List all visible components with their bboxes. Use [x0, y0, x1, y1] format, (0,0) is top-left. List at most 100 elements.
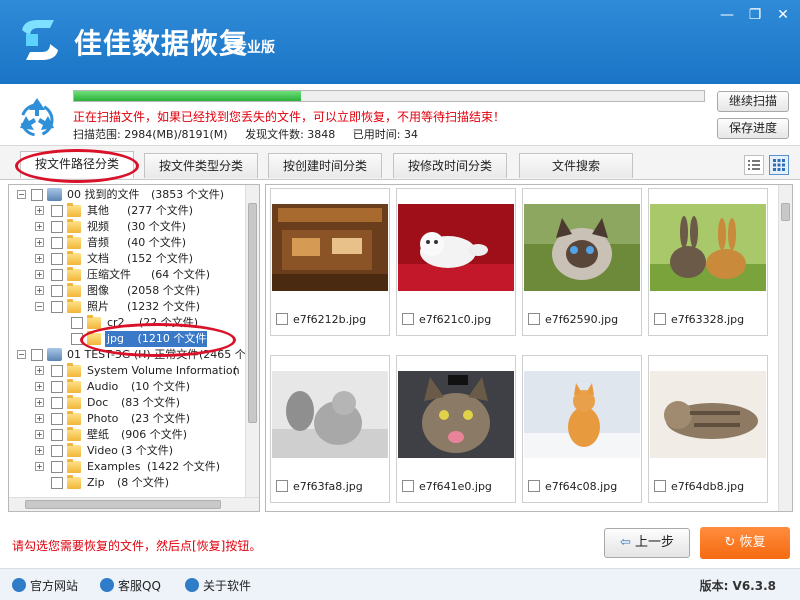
- tree-node-photos[interactable]: − 照片 (1232 个文件): [9, 299, 249, 315]
- save-progress-button[interactable]: 保存进度: [717, 118, 789, 139]
- tree-hscroll-thumb[interactable]: [25, 500, 221, 509]
- tree-checkbox[interactable]: [51, 253, 63, 265]
- tree-node-video-en[interactable]: + Video (3 个文件): [9, 443, 249, 459]
- tree-node-doc[interactable]: + Doc (83 个文件): [9, 395, 249, 411]
- thumbnail-item[interactable]: e7f64db8.jpg: [648, 355, 768, 503]
- tree-checkbox[interactable]: [51, 269, 63, 281]
- thumbnail-vscroll-thumb[interactable]: [781, 203, 790, 221]
- restore-button[interactable]: ❐: [744, 6, 766, 24]
- tree-node-zip[interactable]: Zip (8 个文件): [9, 475, 249, 491]
- tree-checkbox[interactable]: [51, 429, 63, 441]
- expand-icon[interactable]: +: [35, 430, 44, 439]
- expand-icon[interactable]: +: [35, 222, 44, 231]
- tree-checkbox[interactable]: [51, 477, 63, 489]
- thumbnail-checkbox[interactable]: [402, 480, 414, 492]
- recover-button[interactable]: ↻ 恢复: [700, 527, 790, 559]
- tree-checkbox[interactable]: [51, 237, 63, 249]
- tree-node-archives[interactable]: + 压缩文件 (64 个文件): [9, 267, 249, 283]
- expand-icon[interactable]: +: [35, 254, 44, 263]
- tree-node-images[interactable]: + 图像 (2058 个文件): [9, 283, 249, 299]
- tree-horizontal-scrollbar[interactable]: [9, 497, 259, 511]
- tree-node-audio[interactable]: + 音频 (40 个文件): [9, 235, 249, 251]
- tree-node-system-volume[interactable]: + System Volume Information (: [9, 363, 249, 379]
- tab-by-modified-time[interactable]: 按修改时间分类: [393, 153, 507, 178]
- expand-icon[interactable]: +: [35, 366, 44, 375]
- thumbnail-checkbox[interactable]: [276, 313, 288, 325]
- collapse-icon[interactable]: −: [35, 302, 44, 311]
- thumbnail-item[interactable]: e7f641e0.jpg: [396, 355, 516, 503]
- tab-by-type[interactable]: 按文件类型分类: [144, 153, 258, 178]
- thumbnail-image: [398, 371, 514, 458]
- collapse-icon[interactable]: −: [17, 190, 26, 199]
- tree-node-test-drive[interactable]: − 01 TEST-3G (H) 正常文件 (2465 个: [9, 347, 249, 363]
- thumbnail-item[interactable]: e7f63fa8.jpg: [270, 355, 390, 503]
- tree-node-video[interactable]: + 视频 (30 个文件): [9, 219, 249, 235]
- tree-node-other[interactable]: + 其他 (277 个文件): [9, 203, 249, 219]
- tree-node-audio-en[interactable]: + Audio (10 个文件): [9, 379, 249, 395]
- tree-checkbox[interactable]: [51, 413, 63, 425]
- tree-checkbox[interactable]: [51, 381, 63, 393]
- tree-checkbox[interactable]: [51, 461, 63, 473]
- tab-by-path[interactable]: 按文件路径分类: [20, 151, 134, 178]
- thumbnail-image: [272, 371, 388, 458]
- tree-node-found-files[interactable]: − 00 找到的文件 (3853 个文件): [9, 187, 249, 203]
- close-button[interactable]: ✕: [772, 6, 794, 24]
- tree-checkbox[interactable]: [71, 317, 83, 329]
- expand-icon[interactable]: +: [35, 446, 44, 455]
- thumbnail-checkbox[interactable]: [528, 313, 540, 325]
- tree-node-cr2[interactable]: cr2 (22 个文件): [9, 315, 249, 331]
- expand-icon[interactable]: +: [35, 270, 44, 279]
- tree-label: Examples: [87, 460, 141, 473]
- thumbnail-checkbox[interactable]: [654, 480, 666, 492]
- list-view-button[interactable]: [744, 155, 764, 175]
- tab-by-created-time[interactable]: 按创建时间分类: [268, 153, 382, 178]
- folder-tree-panel[interactable]: − 00 找到的文件 (3853 个文件) + 其他 (277 个文件) + 视…: [8, 184, 260, 512]
- tree-node-documents[interactable]: + 文档 (152 个文件): [9, 251, 249, 267]
- tree-node-wallpaper[interactable]: + 壁纸 (906 个文件): [9, 427, 249, 443]
- thumbnail-item[interactable]: e7f621c0.jpg: [396, 188, 516, 336]
- thumbnail-item[interactable]: e7f64c08.jpg: [522, 355, 642, 503]
- thumbnail-checkbox[interactable]: [402, 313, 414, 325]
- about-label: 关于软件: [203, 579, 252, 593]
- expand-icon[interactable]: +: [35, 206, 44, 215]
- expand-icon[interactable]: +: [35, 238, 44, 247]
- minimize-button[interactable]: —: [716, 6, 738, 24]
- thumbnail-checkbox[interactable]: [528, 480, 540, 492]
- previous-step-button[interactable]: ⇦ 上一步: [604, 528, 690, 558]
- expand-icon[interactable]: +: [35, 462, 44, 471]
- tree-vscroll-thumb[interactable]: [248, 203, 257, 423]
- tree-checkbox[interactable]: [51, 445, 63, 457]
- tree-vertical-scrollbar[interactable]: [245, 185, 259, 497]
- folder-icon: [67, 443, 81, 457]
- grid-view-button[interactable]: [769, 155, 789, 175]
- thumbnail-item[interactable]: e7f6212b.jpg: [270, 188, 390, 336]
- expand-icon[interactable]: +: [35, 398, 44, 407]
- expand-icon[interactable]: +: [35, 414, 44, 423]
- collapse-icon[interactable]: −: [17, 350, 26, 359]
- tab-file-search[interactable]: 文件搜索: [519, 153, 633, 178]
- tree-checkbox[interactable]: [71, 333, 83, 345]
- tree-checkbox[interactable]: [51, 205, 63, 217]
- tree-checkbox[interactable]: [51, 221, 63, 233]
- tree-checkbox[interactable]: [51, 397, 63, 409]
- thumbnail-item[interactable]: e7f62590.jpg: [522, 188, 642, 336]
- thumbnail-item[interactable]: e7f63328.jpg: [648, 188, 768, 336]
- thumbnail-image: [650, 204, 766, 291]
- tree-node-examples[interactable]: + Examples (1422 个文件): [9, 459, 249, 475]
- tree-checkbox[interactable]: [51, 301, 63, 313]
- expand-icon[interactable]: +: [35, 382, 44, 391]
- thumbnail-vertical-scrollbar[interactable]: [778, 185, 792, 511]
- tree-checkbox[interactable]: [31, 189, 43, 201]
- thumbnail-checkbox[interactable]: [276, 480, 288, 492]
- about-link[interactable]: 关于软件: [185, 577, 251, 594]
- tree-checkbox[interactable]: [51, 285, 63, 297]
- tree-node-jpg[interactable]: jpg (1210 个文件): [9, 331, 249, 347]
- official-site-link[interactable]: 官方网站: [12, 577, 78, 594]
- expand-icon[interactable]: +: [35, 286, 44, 295]
- thumbnail-checkbox[interactable]: [654, 313, 666, 325]
- tree-checkbox[interactable]: [31, 349, 43, 361]
- support-qq-link[interactable]: 客服QQ: [100, 577, 161, 594]
- continue-scan-button[interactable]: 继续扫描: [717, 91, 789, 112]
- tree-checkbox[interactable]: [51, 365, 63, 377]
- tree-node-photo[interactable]: + Photo (23 个文件): [9, 411, 249, 427]
